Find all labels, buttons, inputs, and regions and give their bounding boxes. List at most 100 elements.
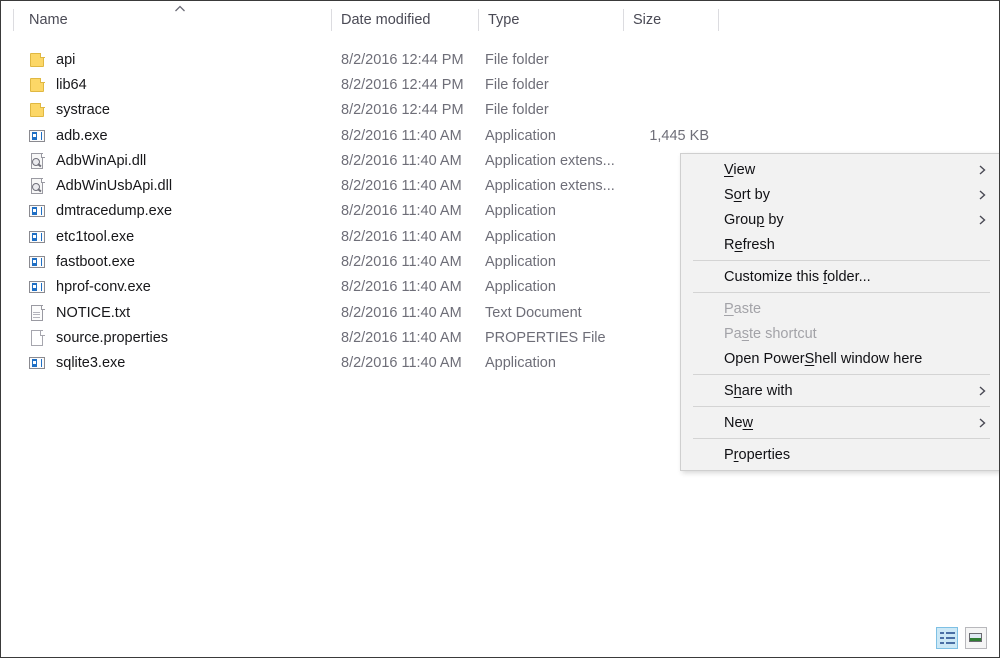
file-date-modified-cell: 8/2/2016 11:40 AM	[341, 152, 462, 169]
chevron-right-icon	[978, 417, 987, 429]
details-icon-dot	[940, 637, 944, 639]
file-name-cell[interactable]: NOTICE.txt	[29, 300, 130, 325]
file-name-wrapper: fastboot.exe	[29, 254, 135, 270]
file-name-label: fastboot.exe	[56, 254, 135, 271]
file-name-cell[interactable]: sqlite3.exe	[29, 351, 125, 376]
file-type-cell: File folder	[485, 51, 549, 68]
chevron-up-icon	[173, 4, 187, 14]
details-icon-dot	[940, 642, 944, 644]
menu-separator	[693, 260, 990, 261]
file-name-label: api	[56, 51, 76, 68]
menu-item-open-powershell-window-here[interactable]: Open PowerShell window here	[681, 346, 999, 371]
file-date-modified-cell: 8/2/2016 11:40 AM	[341, 203, 462, 220]
file-name-cell[interactable]: AdbWinApi.dll	[29, 148, 146, 173]
menu-item-group-by[interactable]: Group by	[681, 207, 999, 232]
menu-item-new[interactable]: New	[681, 410, 999, 435]
file-type-cell: Application	[485, 127, 556, 144]
file-name-cell[interactable]: dmtracedump.exe	[29, 199, 172, 224]
file-name-label: NOTICE.txt	[56, 304, 131, 321]
file-name-cell[interactable]: lib64	[29, 72, 87, 97]
file-name-cell[interactable]: systrace	[29, 98, 110, 123]
file-type-cell: Application	[485, 279, 556, 296]
menu-item-share-with[interactable]: Share with	[681, 378, 999, 403]
details-view-button[interactable]	[936, 627, 958, 649]
application-icon	[29, 355, 46, 371]
details-icon-line	[946, 642, 955, 644]
column-divider[interactable]	[718, 9, 719, 31]
file-row[interactable]: lib64 8/2/2016 12:44 PM File folder	[1, 72, 999, 97]
file-row[interactable]: adb.exe 8/2/2016 11:40 AM Application 1,445…	[1, 123, 999, 148]
file-name-wrapper: AdbWinUsbApi.dll	[29, 178, 173, 195]
menu-item-label: Paste	[724, 300, 762, 317]
menu-item-label: View	[724, 161, 756, 178]
file-name-cell[interactable]: adb.exe	[29, 123, 108, 148]
details-icon-line	[946, 637, 955, 639]
file-name-wrapper: systrace	[29, 102, 110, 118]
file-name-label: AdbWinUsbApi.dll	[56, 178, 173, 195]
column-header-name[interactable]: Name	[29, 1, 68, 39]
file-row[interactable]: systrace 8/2/2016 12:44 PM File folder	[1, 98, 999, 123]
column-divider[interactable]	[623, 9, 624, 31]
file-date-modified-cell: 8/2/2016 11:40 AM	[341, 329, 462, 346]
file-date-modified-cell: 8/2/2016 12:44 PM	[341, 102, 464, 119]
details-icon-dot	[940, 632, 944, 634]
application-extension-icon	[29, 178, 46, 195]
column-header-bar: Name Date modified Type Size	[1, 1, 999, 39]
column-header-size[interactable]: Size	[633, 1, 661, 39]
column-divider[interactable]	[13, 9, 14, 31]
file-type-cell: Application	[485, 228, 556, 245]
file-name-wrapper: AdbWinApi.dll	[29, 152, 146, 169]
file-name-label: hprof-conv.exe	[56, 279, 151, 296]
file-name-wrapper: etc1tool.exe	[29, 229, 134, 245]
context-menu[interactable]: View Sort by Group by Refresh Customize this…	[680, 153, 999, 471]
menu-item-label: Properties	[724, 446, 791, 463]
file-name-wrapper: dmtracedump.exe	[29, 203, 172, 219]
file-size-cell: 1,445 KB	[649, 127, 709, 144]
file-date-modified-cell: 8/2/2016 11:40 AM	[341, 127, 462, 144]
menu-item-view[interactable]: View	[681, 157, 999, 182]
file-date-modified-cell: 8/2/2016 11:40 AM	[341, 355, 462, 372]
menu-item-refresh[interactable]: Refresh	[681, 232, 999, 257]
text-document-icon	[29, 304, 46, 321]
file-name-cell[interactable]: hprof-conv.exe	[29, 275, 151, 300]
file-name-cell[interactable]: AdbWinUsbApi.dll	[29, 173, 172, 198]
menu-separator	[693, 374, 990, 375]
menu-item-sort-by[interactable]: Sort by	[681, 182, 999, 207]
file-date-modified-cell: 8/2/2016 11:40 AM	[341, 228, 462, 245]
file-date-modified-cell: 8/2/2016 11:40 AM	[341, 279, 462, 296]
chevron-right-icon	[978, 214, 987, 226]
column-header-type[interactable]: Type	[488, 1, 519, 39]
file-type-cell: File folder	[485, 102, 549, 119]
file-type-cell: Application	[485, 203, 556, 220]
details-icon-line	[946, 632, 955, 634]
column-header-date-modified[interactable]: Date modified	[341, 1, 430, 39]
file-explorer-window: Name Date modified Type Size api 8/2/2016…	[0, 0, 1000, 658]
menu-item-properties[interactable]: Properties	[681, 442, 999, 467]
file-name-label: lib64	[56, 76, 87, 93]
menu-item-label: Sort by	[724, 186, 770, 203]
file-date-modified-cell: 8/2/2016 11:40 AM	[341, 254, 462, 271]
file-date-modified-cell: 8/2/2016 12:44 PM	[341, 76, 464, 93]
menu-item-customize-this-folder[interactable]: Customize this folder...	[681, 264, 999, 289]
file-name-cell[interactable]: api	[29, 47, 75, 72]
application-icon	[29, 279, 46, 295]
blank-document-icon	[29, 329, 46, 346]
large-icons-view-button[interactable]	[965, 627, 987, 649]
large-icons-icon-sky	[970, 634, 981, 638]
file-name-cell[interactable]: fastboot.exe	[29, 249, 135, 274]
column-divider[interactable]	[478, 9, 479, 31]
file-type-cell: Application	[485, 355, 556, 372]
column-divider[interactable]	[331, 9, 332, 31]
file-name-label: sqlite3.exe	[56, 355, 126, 372]
file-name-wrapper: source.properties	[29, 329, 169, 346]
file-name-label: source.properties	[56, 329, 169, 346]
file-name-cell[interactable]: etc1tool.exe	[29, 224, 134, 249]
menu-item-label: Group by	[724, 211, 784, 228]
folder-icon	[29, 77, 46, 93]
file-date-modified-cell: 8/2/2016 11:40 AM	[341, 304, 462, 321]
file-name-label: etc1tool.exe	[56, 228, 135, 245]
menu-item-paste: Paste	[681, 296, 999, 321]
file-name-cell[interactable]: source.properties	[29, 325, 168, 350]
file-row[interactable]: api 8/2/2016 12:44 PM File folder	[1, 47, 999, 72]
file-size-cell	[561, 47, 709, 72]
